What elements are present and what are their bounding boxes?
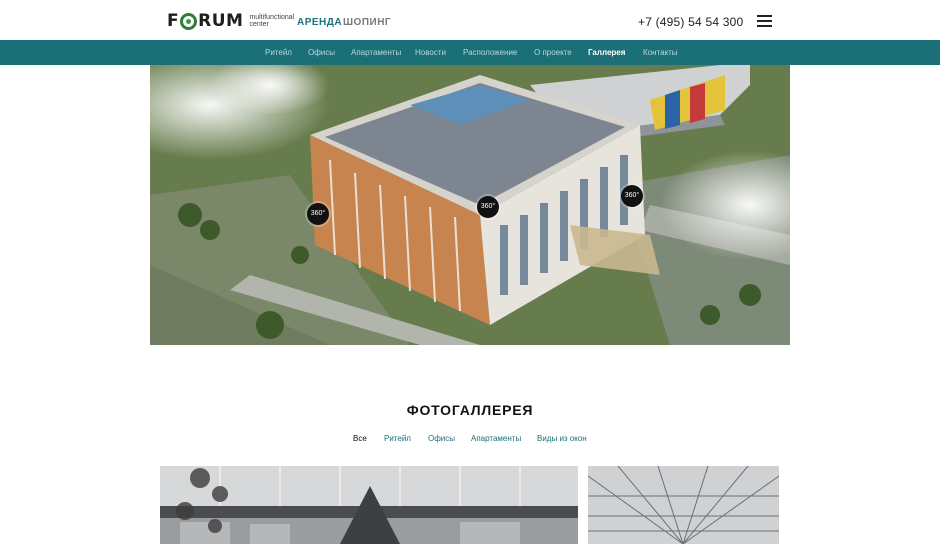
nav-shop-link[interactable]: ШОПИНГ	[343, 17, 391, 28]
logo-subtitle-line-1: multifunctional	[249, 14, 295, 21]
filter-window-views[interactable]: Виды из окон	[537, 434, 587, 443]
gallery-photo-glass-roof[interactable]	[588, 466, 779, 544]
pin-360-right[interactable]: 360°	[621, 185, 643, 207]
gallery-photo-interior-atrium[interactable]	[160, 466, 578, 544]
building-illustration	[150, 65, 790, 345]
logo-o-icon	[180, 12, 198, 30]
logo-subtitle: multifunctional center	[249, 14, 297, 28]
pin-360-left[interactable]: 360°	[307, 203, 329, 225]
hero-aerial-image: 360° 360° 360°	[150, 65, 790, 345]
logo-subtitle-line-2: center	[249, 21, 269, 28]
nav-item-contacts[interactable]: Контакты	[643, 48, 678, 57]
nav-rent-link[interactable]: АРЕНДА	[297, 17, 342, 28]
logo-letter-f: F	[167, 11, 180, 31]
filter-retail[interactable]: Ритейл	[384, 434, 411, 443]
nav-item-retail[interactable]: Ритейл	[265, 48, 292, 57]
nav-item-news[interactable]: Новости	[415, 48, 446, 57]
gallery-title: ФОТОГАЛЛЕРЕЯ	[406, 402, 534, 418]
logo-letters-rum: RUM	[198, 11, 244, 31]
nav-item-about[interactable]: О проекте	[534, 48, 572, 57]
site-header: F RUM multifunctional center АРЕНДА ШОПИ…	[0, 0, 940, 40]
logo-wordmark: F RUM	[167, 11, 243, 31]
atrium-illustration	[160, 466, 578, 544]
filter-apartments[interactable]: Апартаменты	[471, 434, 521, 443]
forum-logo[interactable]: F RUM multifunctional center	[167, 11, 297, 31]
section-navbar: Ритейл Офисы Апартаменты Новости Располо…	[0, 40, 940, 65]
pin-360-center[interactable]: 360°	[477, 196, 499, 218]
hamburger-menu-icon[interactable]	[757, 15, 772, 27]
nav-item-gallery[interactable]: Галлерея	[588, 48, 625, 57]
glass-roof-illustration	[588, 466, 779, 544]
gallery-filters: Все Ритейл Офисы Апартаменты Виды из око…	[0, 434, 940, 446]
filter-offices[interactable]: Офисы	[428, 434, 455, 443]
nav-item-apartments[interactable]: Апартаменты	[351, 48, 401, 57]
nav-item-location[interactable]: Расположение	[463, 48, 517, 57]
phone-number[interactable]: +7 (495) 54 54 300	[638, 15, 743, 29]
nav-item-offices[interactable]: Офисы	[308, 48, 335, 57]
filter-all[interactable]: Все	[353, 434, 367, 443]
